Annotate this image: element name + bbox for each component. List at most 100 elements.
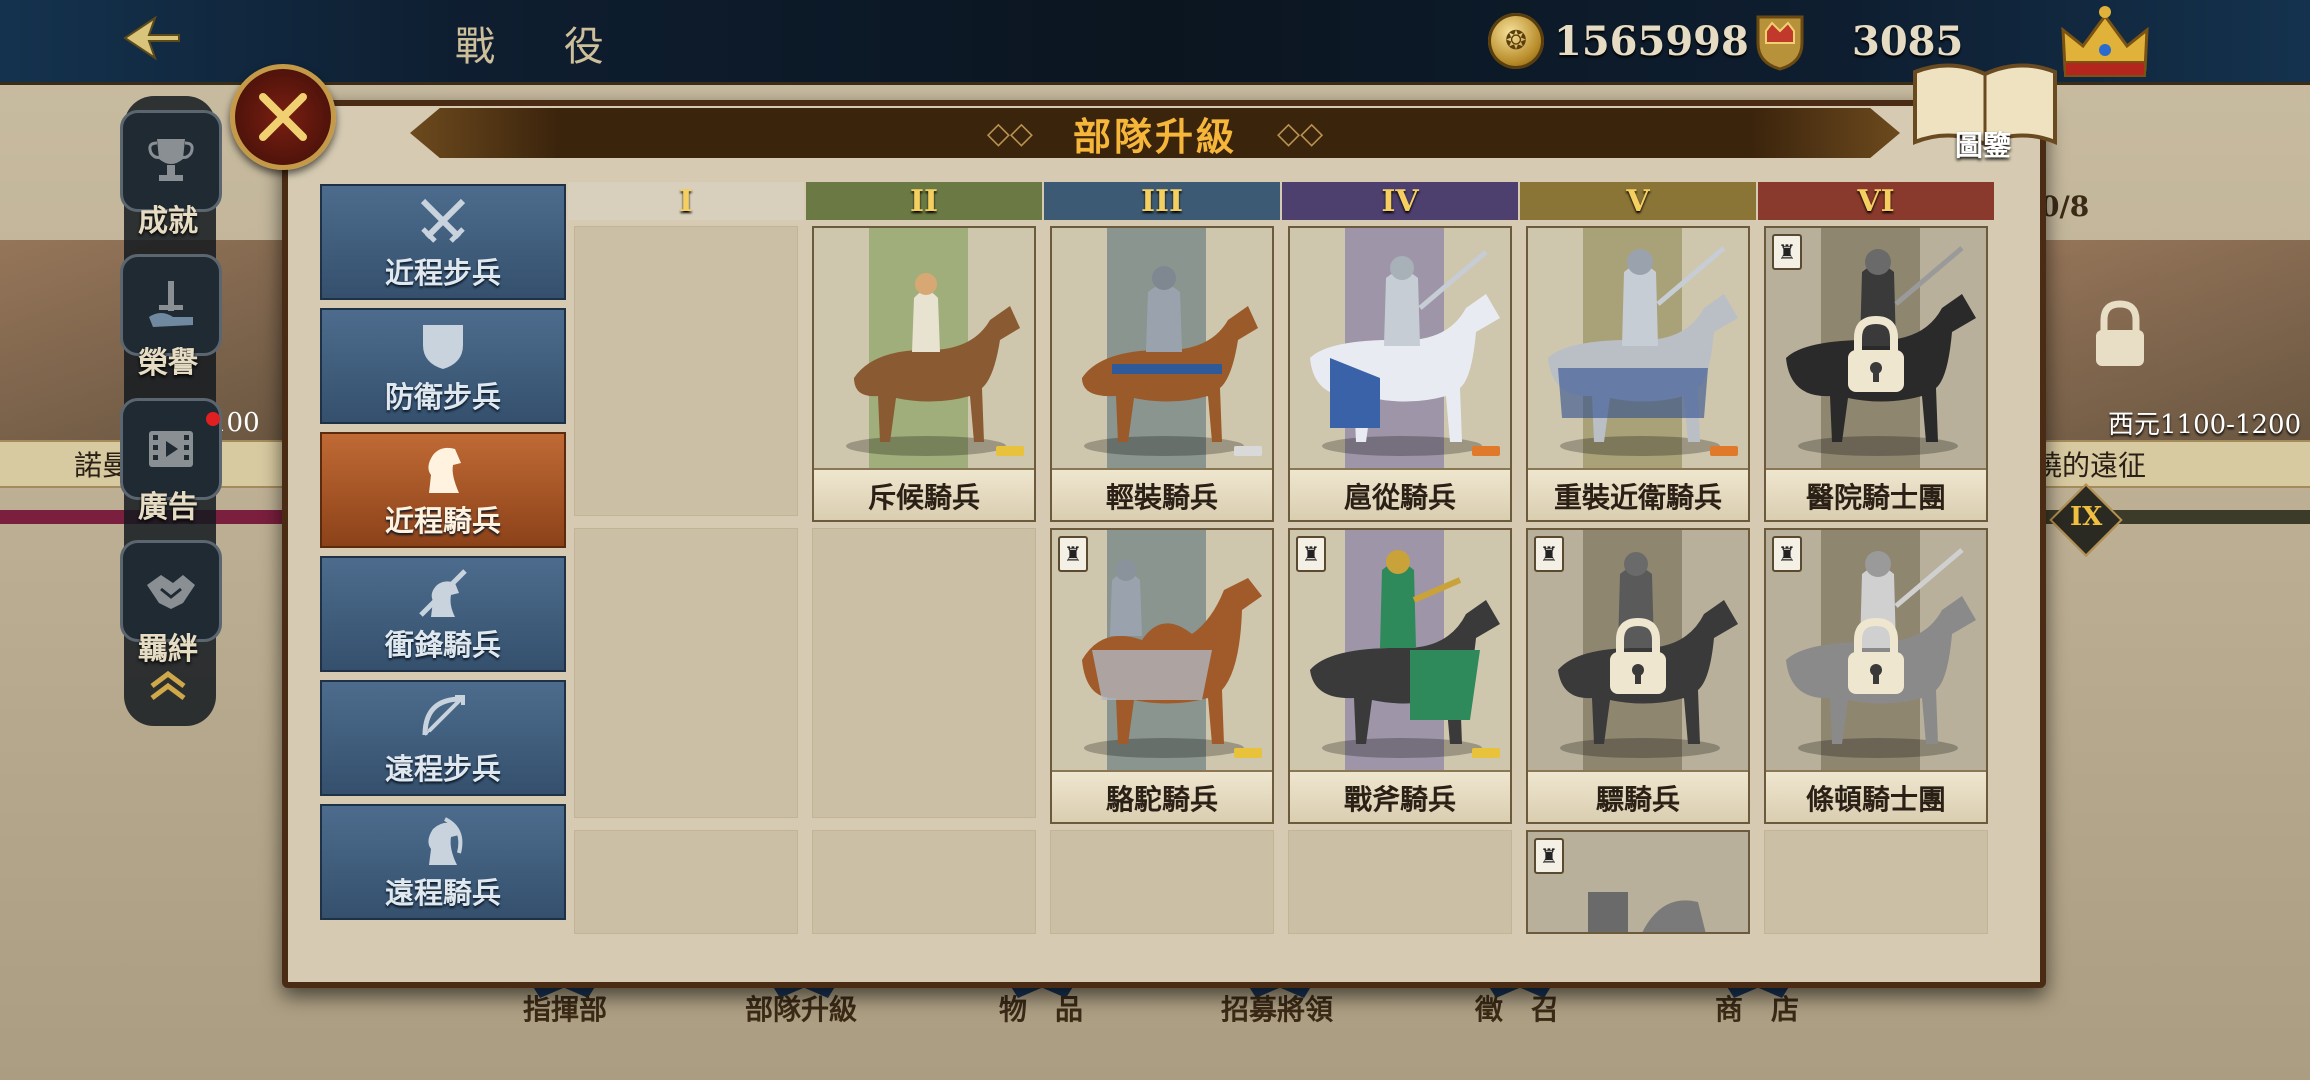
gold-coin-icon: ❂ [1488, 13, 1544, 69]
empty-slot [812, 528, 1036, 818]
back-button[interactable] [110, 8, 190, 68]
padlock-icon [2096, 300, 2144, 366]
rank-badge [1234, 748, 1262, 758]
empty-slot [1050, 830, 1274, 934]
back-arrow-icon [123, 15, 180, 61]
gold-value: 1565998 [1554, 17, 1749, 65]
bottom-nav-shop[interactable]: 商 店 [1672, 988, 1842, 1028]
bottom-nav-troop-upgrade[interactable]: 部隊升級 [716, 988, 886, 1028]
panel-header: ◇◇ 部隊升級 ◇◇ [410, 108, 1900, 158]
roman-badge-label: IX [2070, 502, 2103, 532]
unit-card-camel-cavalry[interactable]: ♜ 駱駝騎兵 [1050, 528, 1274, 824]
category-label: 防衛步兵 [384, 380, 501, 414]
right-campaign-name: 燒的遠征 [2034, 449, 2147, 482]
padlock-icon [1848, 316, 1904, 392]
tier-header-5: V [1520, 182, 1756, 220]
tier-header-1: I [568, 182, 804, 220]
unit-card-light-cavalry[interactable]: 輕裝騎兵 [1050, 226, 1274, 522]
unit-name: 扈從騎兵 [1290, 468, 1510, 520]
category-label: 近程騎兵 [384, 504, 501, 538]
empty-slot [1288, 830, 1512, 934]
castle-tower-icon: ♜ [1058, 536, 1088, 572]
rank-badge [1710, 446, 1738, 456]
handshake-icon [147, 575, 195, 609]
category-defensive-infantry[interactable]: 防衛步兵 [320, 308, 566, 424]
bow-icon [415, 688, 471, 746]
category-label: 遠程步兵 [384, 752, 501, 786]
castle-tower-icon: ♜ [1772, 234, 1802, 270]
bonds-label: 羈絆 [138, 632, 198, 667]
category-melee-cavalry[interactable]: 近程騎兵 [320, 432, 566, 548]
category-label: 遠程騎兵 [384, 876, 501, 910]
close-button[interactable] [230, 64, 336, 170]
unit-card-partial[interactable]: ♜ [1526, 830, 1750, 934]
gold-resource: ❂ 1565998 [1488, 13, 1749, 69]
crown-icon[interactable] [2055, 2, 2155, 82]
shield-icon [415, 316, 471, 374]
right-campaign-era: 西元1100-1200 [2108, 410, 2302, 440]
padlock-icon [1848, 618, 1904, 694]
horse-archer-icon [415, 812, 471, 870]
unit-card-teutonic-knights[interactable]: ♜ 條頓騎士團 [1764, 528, 1988, 824]
horse-head-icon [415, 440, 471, 498]
notification-dot [206, 412, 220, 426]
empty-slot [812, 830, 1036, 934]
achievements-label: 成就 [138, 204, 198, 239]
category-label: 衝鋒騎兵 [384, 628, 501, 662]
bottom-nav-items[interactable]: 物 品 [956, 988, 1126, 1028]
unit-portrait [1528, 228, 1748, 468]
close-icon [259, 93, 307, 141]
bottom-nav-conscript[interactable]: 徵 召 [1432, 988, 1602, 1028]
bottom-nav-recruit-generals[interactable]: 招募將領 [1192, 988, 1362, 1028]
ornament-icon: ◇◇ [986, 115, 1033, 151]
expand-chevron-icon[interactable] [148, 670, 188, 700]
bottom-nav-headquarters[interactable]: 指揮部 [480, 988, 650, 1028]
category-ranged-infantry[interactable]: 遠程步兵 [320, 680, 566, 796]
castle-tower-icon: ♜ [1534, 838, 1564, 874]
unit-card-axe-cavalry[interactable]: ♜ 戰斧騎兵 [1288, 528, 1512, 824]
unit-portrait [814, 228, 1034, 468]
unit-card-squire-cavalry[interactable]: 扈從騎兵 [1288, 226, 1512, 522]
rank-badge [1472, 446, 1500, 456]
tier-header-4: IV [1282, 182, 1518, 220]
unit-card-heavy-guard-cavalry[interactable]: 重裝近衛騎兵 [1526, 226, 1750, 522]
unit-portrait: ♜ [1766, 530, 1986, 770]
rank-badge [1234, 446, 1262, 456]
crossed-swords-icon [415, 192, 471, 250]
empty-slot [574, 830, 798, 934]
unit-portrait: ♜ [1766, 228, 1986, 468]
unit-card-scout-cavalry[interactable]: 斥候騎兵 [812, 226, 1036, 522]
trophy-icon [148, 139, 194, 181]
unit-card-knights-hospitaller[interactable]: ♜ 醫院騎士團 [1764, 226, 1988, 522]
empty-slot [574, 226, 798, 516]
siege-cavalry-icon [1588, 892, 1706, 932]
tier-header-3: III [1044, 182, 1280, 220]
film-icon [149, 431, 193, 467]
right-campaign-banner: 燒的遠征 [2030, 440, 2310, 488]
category-charge-cavalry[interactable]: 衝鋒騎兵 [320, 556, 566, 672]
category-ranged-cavalry[interactable]: 遠程騎兵 [320, 804, 566, 920]
padlock-icon [1610, 618, 1666, 694]
unit-portrait: ♜ [1528, 530, 1748, 770]
crown-crest-icon [1748, 9, 1812, 73]
category-melee-infantry[interactable]: 近程步兵 [320, 184, 566, 300]
cavalry-icon [1310, 250, 1500, 456]
cavalry-icon [846, 273, 1020, 456]
tier-header-6: VI [1758, 182, 1994, 220]
honor-label: 榮譽 [138, 346, 198, 381]
unit-name: 重裝近衛騎兵 [1528, 468, 1748, 520]
tier-header-2: II [806, 182, 1042, 220]
castle-tower-icon: ♜ [1296, 536, 1326, 572]
unit-name: 驃騎兵 [1528, 770, 1748, 822]
codex-label: 圖鑒 [1955, 129, 2012, 162]
unit-name: 戰斧騎兵 [1290, 770, 1510, 822]
unit-card-hussar[interactable]: ♜ 驃騎兵 [1526, 528, 1750, 824]
category-label: 近程步兵 [384, 256, 501, 290]
unit-name: 駱駝騎兵 [1052, 770, 1272, 822]
unit-name: 醫院騎士團 [1766, 468, 1986, 520]
unit-portrait [1052, 228, 1272, 468]
unit-portrait: ♜ [1290, 530, 1510, 770]
sword-hand-icon [149, 281, 193, 327]
ads-label: 廣告 [138, 490, 198, 525]
unit-name: 斥候騎兵 [814, 468, 1034, 520]
